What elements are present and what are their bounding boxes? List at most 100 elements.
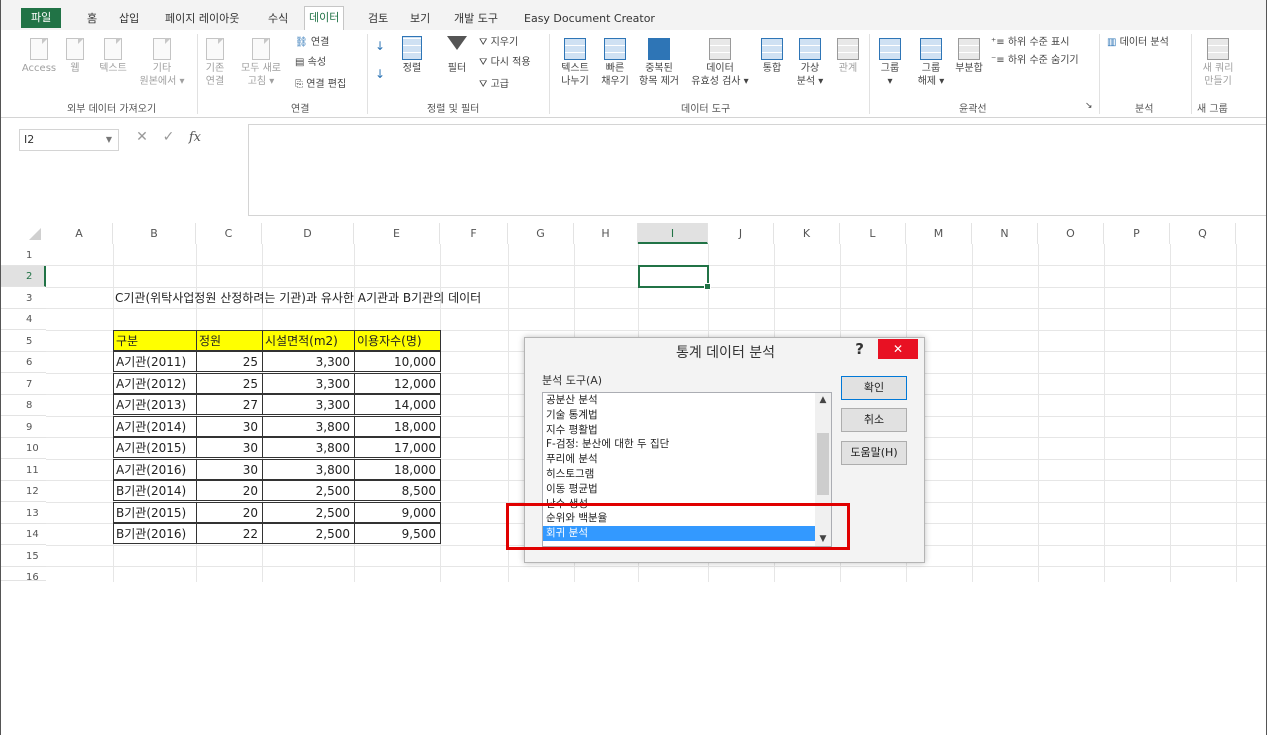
subtotal-button[interactable]: 부분합: [951, 38, 987, 75]
new-query-button[interactable]: 새 쿼리 만들기: [1195, 38, 1241, 88]
column-header-b[interactable]: B: [113, 223, 196, 244]
reapply-button[interactable]: ⛛ 다시 적용: [479, 56, 531, 69]
column-header-n[interactable]: N: [972, 223, 1038, 244]
column-header-p[interactable]: P: [1104, 223, 1170, 244]
row-header-1[interactable]: 1: [1, 245, 46, 266]
advanced-filter-button[interactable]: ⛛ 고급: [479, 78, 509, 91]
row-header-15[interactable]: 15: [1, 546, 46, 567]
tab-insert[interactable]: 삽입: [115, 9, 143, 29]
list-item[interactable]: 히스토그램: [543, 467, 817, 482]
scrollbar-thumb[interactable]: [817, 433, 829, 495]
table-cell[interactable]: 3,800: [262, 459, 355, 480]
edit-links-button[interactable]: ⎘ 연결 편집: [295, 78, 346, 91]
access-button[interactable]: Access: [21, 38, 57, 75]
other-sources-button[interactable]: 기타 원본에서 ▾: [133, 38, 191, 88]
relationships-button[interactable]: 관계: [831, 38, 865, 75]
table-cell[interactable]: 8,500: [354, 480, 441, 501]
row-header-10[interactable]: 10: [1, 438, 46, 459]
hide-detail-button[interactable]: ⁻≡ 하위 수준 숨기기: [991, 54, 1079, 67]
ok-button[interactable]: 확인: [841, 376, 907, 400]
column-header-g[interactable]: G: [508, 223, 574, 244]
row-header-3[interactable]: 3: [1, 288, 46, 309]
tab-developer[interactable]: 개발 도구: [450, 9, 502, 29]
table-cell[interactable]: A기관(2012): [113, 373, 197, 394]
table-header-users[interactable]: 이용자수(명): [354, 330, 441, 351]
select-all-corner[interactable]: [29, 228, 41, 240]
insert-function-icon[interactable]: fx: [184, 130, 206, 145]
ungroup-button[interactable]: 그룹 해제 ▾: [911, 38, 951, 88]
list-item[interactable]: F-검정: 분산에 대한 두 집단: [543, 437, 817, 452]
table-header-capacity[interactable]: 정원: [196, 330, 263, 351]
column-header-h[interactable]: H: [574, 223, 638, 244]
row-header-14[interactable]: 14: [1, 524, 46, 545]
close-button[interactable]: ✕: [878, 339, 918, 359]
tab-review[interactable]: 검토: [364, 9, 392, 29]
table-cell[interactable]: 9,500: [354, 523, 441, 544]
tab-easy-document-creator[interactable]: Easy Document Creator: [520, 9, 659, 29]
row-header-5[interactable]: 5: [1, 331, 46, 352]
table-cell[interactable]: 2,500: [262, 523, 355, 544]
table-cell[interactable]: B기관(2015): [113, 502, 197, 523]
column-header-d[interactable]: D: [262, 223, 354, 244]
filter-button[interactable]: 필터: [439, 36, 475, 75]
sort-ascending-icon[interactable]: ↓: [375, 40, 385, 53]
column-header-a[interactable]: A: [46, 223, 113, 244]
data-validation-button[interactable]: 데이터 유효성 검사 ▾: [685, 38, 755, 88]
table-cell[interactable]: 18,000: [354, 459, 441, 480]
table-cell[interactable]: 17,000: [354, 437, 441, 458]
table-cell[interactable]: 20: [196, 480, 263, 501]
table-cell[interactable]: 9,000: [354, 502, 441, 523]
table-cell[interactable]: 30: [196, 437, 263, 458]
text-import-button[interactable]: 텍스트: [93, 38, 133, 75]
sort-button[interactable]: 정렬: [394, 36, 430, 75]
table-cell[interactable]: A기관(2014): [113, 416, 197, 437]
group-button[interactable]: 그룹 ▾: [873, 38, 907, 88]
column-header-q[interactable]: Q: [1170, 223, 1236, 244]
flash-fill-button[interactable]: 빠른 채우기: [597, 38, 633, 88]
table-header-category[interactable]: 구분: [113, 330, 197, 351]
column-header-o[interactable]: O: [1038, 223, 1104, 244]
table-cell[interactable]: 12,000: [354, 373, 441, 394]
refresh-all-button[interactable]: 모두 새로 고침 ▾: [233, 38, 289, 88]
table-cell[interactable]: 3,300: [262, 373, 355, 394]
properties-button[interactable]: ▤ 속성: [295, 56, 326, 69]
tab-view[interactable]: 보기: [406, 9, 434, 29]
table-cell[interactable]: A기관(2013): [113, 394, 197, 415]
what-if-analysis-button[interactable]: 가상 분석 ▾: [793, 38, 827, 88]
table-cell[interactable]: 14,000: [354, 394, 441, 415]
table-cell[interactable]: 25: [196, 373, 263, 394]
remove-duplicates-button[interactable]: 중복된 항목 제거: [635, 38, 683, 88]
tab-file[interactable]: 파일: [21, 8, 62, 28]
enter-icon[interactable]: ✓: [157, 129, 179, 145]
clear-filter-button[interactable]: ⛛ 지우기: [479, 36, 518, 49]
table-cell[interactable]: 3,300: [262, 394, 355, 415]
text-to-columns-button[interactable]: 텍스트 나누기: [555, 38, 595, 88]
table-cell[interactable]: 2,500: [262, 502, 355, 523]
table-cell[interactable]: A기관(2015): [113, 437, 197, 458]
table-cell[interactable]: 30: [196, 459, 263, 480]
row-header-2[interactable]: 2: [1, 266, 46, 287]
sheet-title[interactable]: C기관(위탁사업정원 산정하려는 기관)과 유사한 A기관과 B기관의 데이터: [115, 288, 481, 309]
column-header-m[interactable]: M: [906, 223, 972, 244]
column-header-c[interactable]: C: [196, 223, 262, 244]
help-button[interactable]: 도움말(H): [841, 441, 907, 465]
consolidate-button[interactable]: 통합: [757, 38, 787, 75]
column-header-i[interactable]: I: [638, 223, 708, 244]
row-header-16[interactable]: 16: [1, 567, 46, 582]
table-cell[interactable]: 3,800: [262, 416, 355, 437]
cancel-icon[interactable]: ✕: [131, 129, 153, 145]
table-cell[interactable]: 2,500: [262, 480, 355, 501]
column-header-e[interactable]: E: [354, 223, 440, 244]
show-detail-button[interactable]: ⁺≡ 하위 수준 표시: [991, 36, 1069, 49]
row-header-9[interactable]: 9: [1, 417, 46, 438]
table-cell[interactable]: 10,000: [354, 351, 441, 372]
connections-button[interactable]: ⛓ 연결: [295, 36, 329, 49]
row-header-12[interactable]: 12: [1, 481, 46, 502]
list-item[interactable]: 푸리에 분석: [543, 452, 817, 467]
outline-dialog-launcher-icon[interactable]: ↘: [1085, 100, 1093, 113]
column-header-f[interactable]: F: [440, 223, 508, 244]
chevron-up-icon[interactable]: ▲: [815, 395, 831, 405]
list-item[interactable]: 공분산 분석: [543, 393, 817, 408]
table-cell[interactable]: 20: [196, 502, 263, 523]
data-analysis-button[interactable]: ▥ 데이터 분석: [1107, 36, 1169, 49]
